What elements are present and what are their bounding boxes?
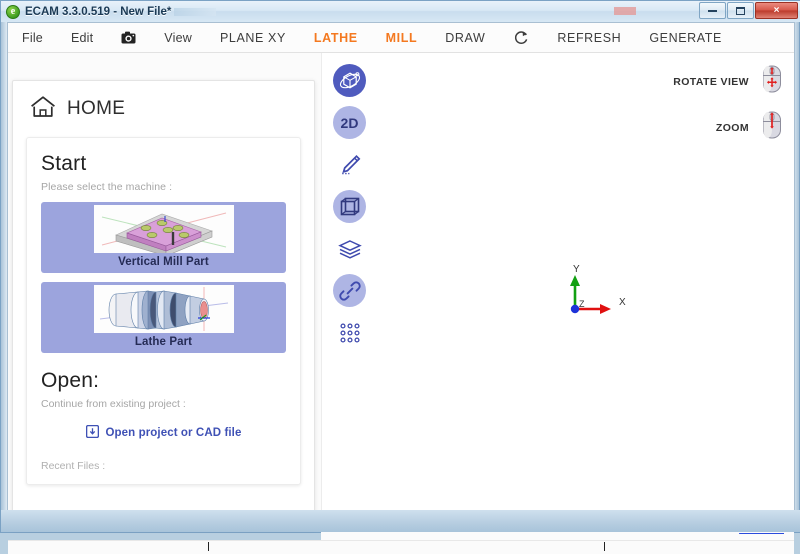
- viewport-toolbar: 2D: [333, 64, 366, 349]
- svg-text:X: X: [619, 297, 626, 308]
- close-button[interactable]: ×: [755, 2, 798, 19]
- open-subtitle: Continue from existing project :: [41, 398, 186, 410]
- grid-dots-icon[interactable]: [333, 316, 366, 349]
- menu-item-edit[interactable]: Edit: [71, 31, 93, 45]
- machine-label-vertical-mill: Vertical Mill Part: [118, 256, 209, 268]
- menu-item-plane-xy[interactable]: PLANE XY: [220, 31, 286, 45]
- mouse-zoom-icon: [762, 111, 782, 144]
- hint-rotate-label: ROTATE VIEW: [673, 75, 749, 88]
- home-header: HOME: [13, 81, 314, 123]
- vertical-mill-part-thumbnail: [93, 205, 234, 253]
- window-bottom-edge: [1, 510, 800, 532]
- bounding-box-icon[interactable]: [333, 190, 366, 223]
- vertical-mill-part-thumbnail-svg: [101, 212, 226, 253]
- start-heading: Start: [41, 152, 87, 175]
- refresh-icon[interactable]: [513, 30, 529, 46]
- mouse-rotate-icon: [762, 65, 782, 98]
- lathe-part-thumbnail-svg: [99, 287, 228, 331]
- axis-indicator-svg: Y X Z: [570, 264, 626, 314]
- home-icon-svg: [31, 96, 55, 117]
- machine-tile-vertical-mill[interactable]: Vertical Mill Part: [41, 202, 286, 273]
- menu-bar: File Edit View PLANE XY LATHE MILL DRAW: [8, 23, 794, 53]
- camera-icon[interactable]: [121, 31, 136, 44]
- minimize-icon: [708, 9, 717, 12]
- ruler-tick: [208, 542, 209, 551]
- hint-zoom-label: ZOOM: [715, 121, 749, 134]
- machine-tile-lathe[interactable]: Lathe Part: [41, 282, 286, 353]
- content-area: 2D ROTATE VIEW ZOOM Y X Z HOME Start Ple…: [8, 53, 794, 554]
- open-heading: Open:: [41, 369, 100, 392]
- orbit-3d-icon-svg: [339, 71, 360, 88]
- menu-item-file[interactable]: File: [22, 31, 43, 45]
- orbit-3d-icon[interactable]: [333, 64, 366, 97]
- menu-item-generate[interactable]: GENERATE: [649, 31, 722, 45]
- layers-icon[interactable]: [333, 232, 366, 265]
- home-icon: [30, 95, 56, 123]
- view-2d-toggle[interactable]: 2D: [333, 106, 366, 139]
- ruler-strip: [8, 540, 794, 554]
- mouse-rotate-icon-svg: [763, 65, 781, 93]
- ruler-tick: [604, 542, 605, 551]
- title-artifact: [174, 7, 217, 16]
- minimize-button[interactable]: [699, 2, 726, 19]
- open-file-icon-svg: [85, 424, 99, 439]
- svg-text:Z: Z: [579, 299, 585, 309]
- client-area: File Edit View PLANE XY LATHE MILL DRAW: [7, 22, 795, 554]
- pencil-draw-icon[interactable]: [333, 148, 366, 181]
- svg-text:Y: Y: [573, 264, 580, 275]
- grid-dots-icon-svg: [339, 322, 360, 343]
- start-card: Start Please select the machine : Vertic…: [26, 137, 301, 485]
- view-2d-label: 2D: [340, 114, 359, 131]
- mouse-zoom-icon-svg: [763, 111, 781, 139]
- home-panel: HOME Start Please select the machine : V…: [12, 80, 315, 529]
- maximize-icon: [736, 6, 745, 15]
- window-title: ECAM 3.3.0.519 - New File*: [25, 5, 172, 18]
- mouse-hints: ROTATE VIEW ZOOM: [673, 65, 782, 144]
- menu-item-draw[interactable]: DRAW: [445, 31, 485, 45]
- window-controls: ×: [699, 2, 798, 19]
- hint-zoom: ZOOM: [673, 111, 782, 144]
- lathe-part-thumbnail: [93, 285, 234, 333]
- title-bar: e ECAM 3.3.0.519 - New File* ×: [1, 1, 800, 22]
- application-window: e ECAM 3.3.0.519 - New File* × File Edit: [0, 0, 800, 554]
- hint-rotate-view: ROTATE VIEW: [673, 65, 782, 98]
- open-project-link-label: Open project or CAD file: [105, 427, 242, 439]
- maximize-button[interactable]: [727, 2, 754, 19]
- home-title: HOME: [67, 98, 126, 119]
- machine-label-lathe: Lathe Part: [134, 336, 193, 348]
- axis-indicator: Y X Z: [558, 261, 638, 328]
- menu-item-view[interactable]: View: [164, 31, 192, 45]
- menu-item-mill[interactable]: MILL: [386, 31, 418, 45]
- link-chain-icon-svg: [338, 280, 361, 301]
- pencil-draw-icon-svg: [341, 154, 360, 174]
- app-logo-icon: e: [6, 4, 20, 19]
- open-file-icon: [85, 424, 99, 441]
- layers-icon-svg: [337, 239, 362, 259]
- open-link-row: Open project or CAD file: [41, 424, 286, 443]
- link-chain-icon[interactable]: [333, 274, 366, 307]
- menu-item-lathe[interactable]: LATHE: [314, 31, 358, 45]
- viewport-3d[interactable]: 2D ROTATE VIEW ZOOM Y X Z: [321, 53, 794, 510]
- menu-item-refresh[interactable]: REFRESH: [557, 31, 621, 45]
- bounding-box-icon-svg: [340, 197, 359, 215]
- refresh-icon-svg: [515, 30, 528, 44]
- open-project-link[interactable]: Open project or CAD file: [85, 424, 242, 441]
- start-subtitle: Please select the machine :: [41, 181, 173, 193]
- title-artifact-right: [614, 7, 636, 15]
- recent-files-label: Recent Files :: [41, 460, 106, 472]
- camera-icon-svg: [121, 31, 136, 44]
